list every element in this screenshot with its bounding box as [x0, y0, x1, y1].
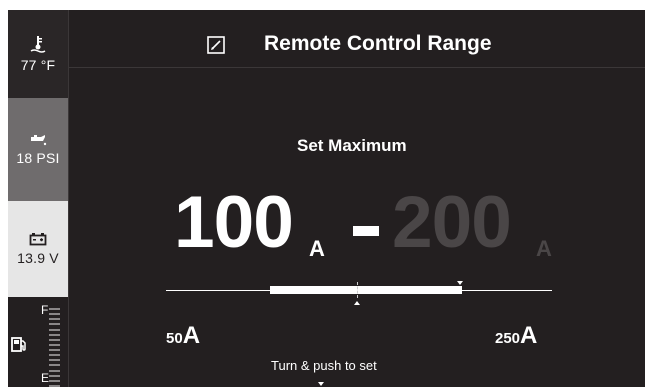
oil-pressure-panel[interactable]: 18 PSI: [8, 98, 68, 201]
fuel-level-gauge: [49, 308, 60, 387]
battery-value: 13.9 V: [17, 250, 59, 266]
fuel-gauge-segment: [49, 364, 60, 367]
range-separator: [353, 226, 379, 236]
fuel-gauge-segment: [49, 338, 60, 341]
header: Remote Control Range: [69, 10, 645, 68]
fuel-gauge-segment: [49, 318, 60, 321]
range-max-label: 250A: [495, 322, 538, 349]
max-handle-marker[interactable]: [457, 281, 463, 285]
hint-caret-icon: [318, 382, 324, 386]
fuel-empty-label: E: [41, 371, 50, 385]
display-screen: 77 °F 18 PSI 13.9 V F E Remote Control R…: [8, 10, 645, 387]
fuel-gauge-segment: [49, 328, 60, 331]
gauge-sidebar: 77 °F 18 PSI 13.9 V F E: [8, 10, 68, 387]
range-slider-fill[interactable]: [270, 286, 462, 294]
fuel-gauge-segment: [49, 374, 60, 377]
fuel-gauge-segment: [49, 333, 60, 336]
fuel-full-label: F: [41, 303, 49, 317]
fuel-gauge-segment: [49, 359, 60, 362]
min-current-unit: A: [309, 236, 325, 261]
fuel-gauge-segment: [49, 323, 60, 326]
max-current-value[interactable]: 200: [392, 186, 512, 259]
fuel-gauge-segment: [49, 313, 60, 316]
max-current-unit: A: [536, 236, 552, 261]
temperature-value: 77 °F: [20, 57, 56, 73]
range-min-label: 50A: [166, 322, 201, 349]
min-current-value: 100: [174, 182, 294, 263]
temperature-panel[interactable]: 77 °F: [8, 10, 68, 98]
oil-pressure-value: 18 PSI: [16, 149, 60, 166]
battery-panel[interactable]: 13.9 V: [8, 201, 68, 297]
fuel-gauge-segment: [49, 343, 60, 346]
fuel-gauge-segment: [49, 349, 60, 351]
fuel-gauge-segment: [49, 369, 60, 372]
battery-icon: [29, 233, 47, 246]
fuel-gauge-segment: [49, 308, 60, 310]
instruction-hint: Turn & push to set: [271, 358, 377, 373]
oil-pressure-icon: [31, 134, 47, 145]
fuel-gauge-segment: [49, 354, 60, 357]
fuel-pump-icon: [11, 337, 26, 352]
water-temperature-icon: [30, 36, 46, 53]
edit-icon[interactable]: [207, 36, 225, 54]
center-marker-caret: [354, 301, 360, 305]
mode-label: Set Maximum: [297, 136, 407, 155]
fuel-gauge-segment: [49, 379, 60, 382]
slider-center-marker: [357, 282, 359, 298]
page-title: Remote Control Range: [264, 32, 492, 55]
